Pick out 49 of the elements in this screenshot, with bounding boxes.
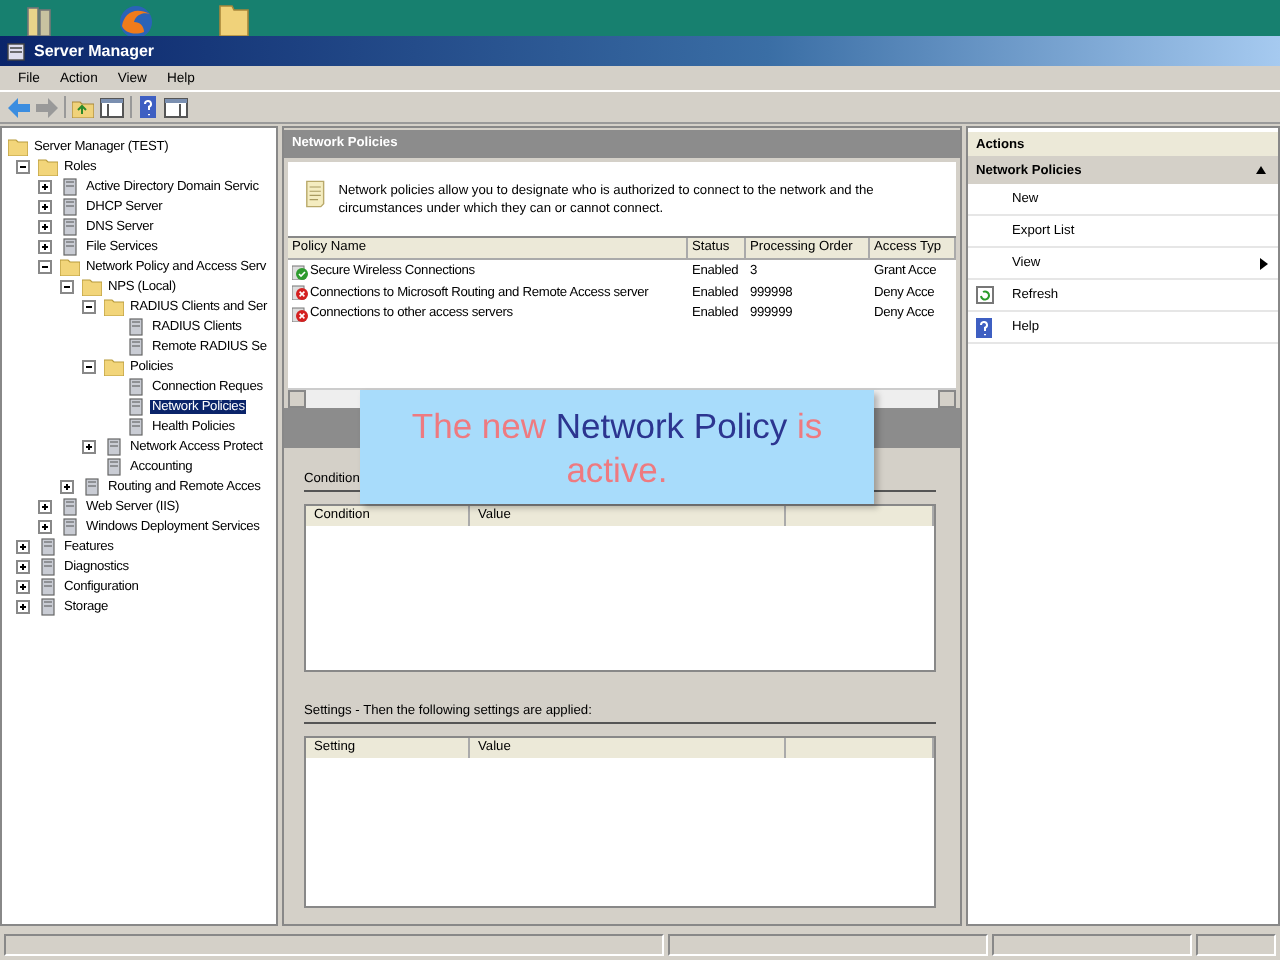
expand-icon[interactable] [60, 479, 74, 493]
expand-icon[interactable] [16, 539, 30, 553]
server-icon [104, 437, 124, 455]
expand-icon[interactable] [38, 519, 52, 533]
server-icon [6, 41, 26, 61]
books-icon[interactable] [24, 4, 56, 36]
server-icon [126, 317, 146, 335]
console-tree-icon[interactable] [100, 97, 124, 117]
expand-icon[interactable] [16, 579, 30, 593]
message-toast: The new Network Policy is active. [360, 390, 874, 504]
server-icon [60, 217, 80, 235]
console-pane-icon[interactable] [164, 97, 188, 117]
refresh-icon [976, 286, 994, 304]
expand-icon[interactable] [38, 239, 52, 253]
collapse-icon[interactable] [1256, 166, 1266, 174]
help-icon[interactable] [138, 96, 158, 118]
help-icon [976, 317, 992, 337]
server-icon [126, 417, 146, 435]
server-icon [126, 377, 146, 395]
server-icon [126, 397, 146, 415]
status-segment [1196, 934, 1276, 956]
server-icon [104, 457, 124, 475]
expand-icon[interactable] [38, 219, 52, 233]
expand-icon[interactable] [16, 559, 30, 573]
server-icon [60, 197, 80, 215]
server-icon [38, 557, 58, 575]
up-folder-icon[interactable] [72, 97, 94, 117]
server-icon [126, 337, 146, 355]
window-title: Server Manager [34, 42, 155, 60]
collapse-icon[interactable] [60, 279, 74, 293]
expand-icon[interactable] [38, 499, 52, 513]
server-icon [60, 237, 80, 255]
server-icon [60, 497, 80, 515]
collapse-icon[interactable] [82, 299, 96, 313]
collapse-icon[interactable] [16, 159, 30, 173]
server-icon [38, 537, 58, 555]
submenu-arrow-icon [1260, 257, 1268, 269]
expand-icon[interactable] [82, 439, 96, 453]
server-icon [60, 517, 80, 535]
server-icon [38, 577, 58, 595]
folder-icon [104, 357, 124, 375]
expand-icon[interactable] [38, 179, 52, 193]
collapse-icon[interactable] [38, 259, 52, 273]
server-icon [38, 597, 58, 615]
expand-icon[interactable] [16, 599, 30, 613]
server-icon [82, 477, 102, 495]
collapse-icon[interactable] [82, 359, 96, 373]
expand-icon[interactable] [38, 199, 52, 213]
server-icon [60, 177, 80, 195]
